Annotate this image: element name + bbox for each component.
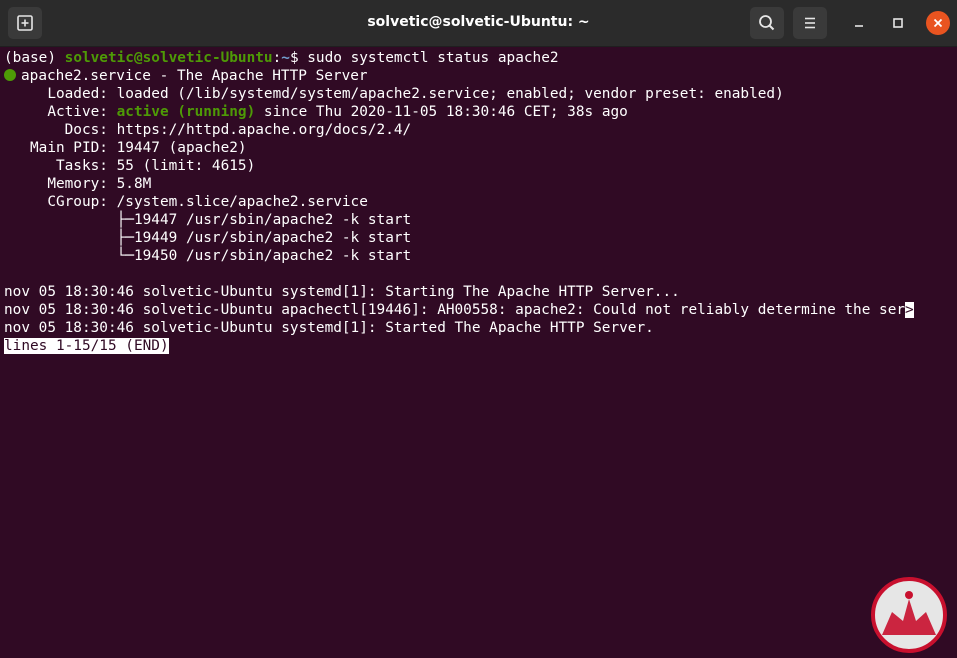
process-tree-line: ├─19447 /usr/sbin/apache2 -k start	[4, 212, 412, 228]
log-line: nov 05 18:30:46 solvetic-Ubuntu apachect…	[4, 301, 954, 319]
maximize-button[interactable]	[886, 11, 910, 35]
minimize-icon	[855, 25, 863, 27]
prompt-separator: :	[272, 50, 282, 66]
prompt-userhost: solvetic@solvetic-Ubuntu	[64, 50, 273, 66]
docs-line: Docs: https://httpd.apache.org/docs/2.4/	[4, 122, 412, 138]
service-title-line: apache2.service - The Apache HTTP Server	[4, 67, 954, 85]
log-line: nov 05 18:30:46 solvetic-Ubuntu systemd[…	[4, 284, 680, 300]
command-text: sudo systemctl status apache2	[307, 50, 559, 66]
close-button[interactable]	[926, 11, 950, 35]
active-label: Active:	[4, 104, 117, 120]
main-pid-line: Main PID: 19447 (apache2)	[4, 140, 247, 156]
maximize-icon	[893, 18, 903, 28]
pager-status: lines 1-15/15 (END)	[4, 338, 169, 354]
active-status-dot-icon	[4, 69, 16, 81]
search-icon	[759, 15, 775, 31]
search-button[interactable]	[750, 7, 784, 39]
pager-status-line: lines 1-15/15 (END)	[4, 337, 954, 355]
service-title: apache2.service - The Apache HTTP Server	[21, 68, 368, 84]
loaded-line: Loaded: loaded (/lib/systemd/system/apac…	[4, 86, 784, 102]
log-line: nov 05 18:30:46 solvetic-Ubuntu systemd[…	[4, 320, 654, 336]
truncation-marker: >	[905, 302, 914, 318]
process-tree-line: └─19450 /usr/sbin/apache2 -k start	[4, 248, 412, 264]
terminal-window: solvetic@solvetic-Ubuntu: ~ (base) solve…	[0, 0, 957, 658]
minimize-button[interactable]	[847, 11, 871, 35]
menu-button[interactable]	[793, 7, 827, 39]
solvetic-logo	[870, 577, 948, 653]
log-line-text: nov 05 18:30:46 solvetic-Ubuntu apachect…	[4, 302, 906, 318]
terminal-output[interactable]: (base) solvetic@solvetic-Ubuntu:~$ sudo …	[4, 49, 954, 654]
cgroup-line: CGroup: /system.slice/apache2.service	[4, 194, 368, 210]
hamburger-menu-icon	[805, 17, 815, 29]
close-icon	[933, 18, 943, 28]
active-state: active (running)	[116, 104, 256, 120]
memory-line: Memory: 5.8M	[4, 176, 152, 192]
prompt-line: (base) solvetic@solvetic-Ubuntu:~$ sudo …	[4, 49, 954, 67]
active-since: since Thu 2020-11-05 18:30:46 CET; 38s a…	[255, 104, 628, 120]
active-line: Active: active (running) since Thu 2020-…	[4, 103, 954, 121]
process-tree-line: ├─19449 /usr/sbin/apache2 -k start	[4, 230, 412, 246]
titlebar: solvetic@solvetic-Ubuntu: ~	[0, 0, 957, 47]
prompt-cwd: ~	[281, 50, 290, 66]
prompt-dollar: $	[289, 50, 308, 66]
tasks-line: Tasks: 55 (limit: 4615)	[4, 158, 256, 174]
conda-env: (base)	[4, 50, 65, 66]
